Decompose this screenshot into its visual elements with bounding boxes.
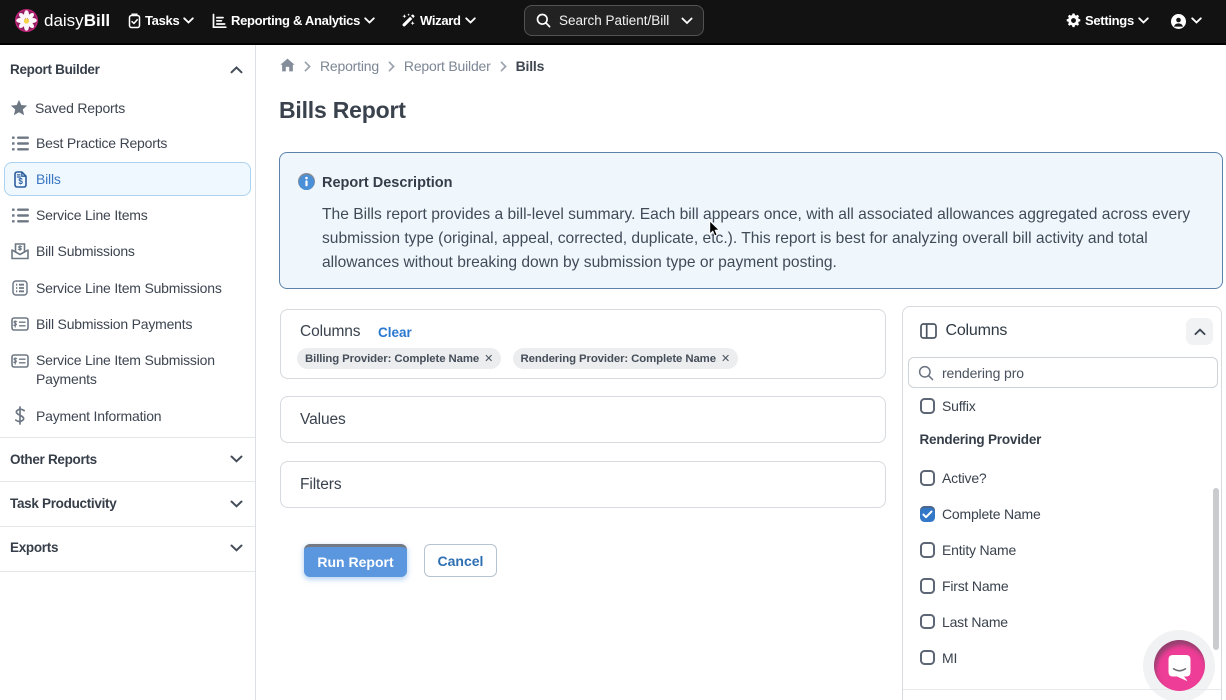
svg-text:$: $ [18, 177, 23, 186]
